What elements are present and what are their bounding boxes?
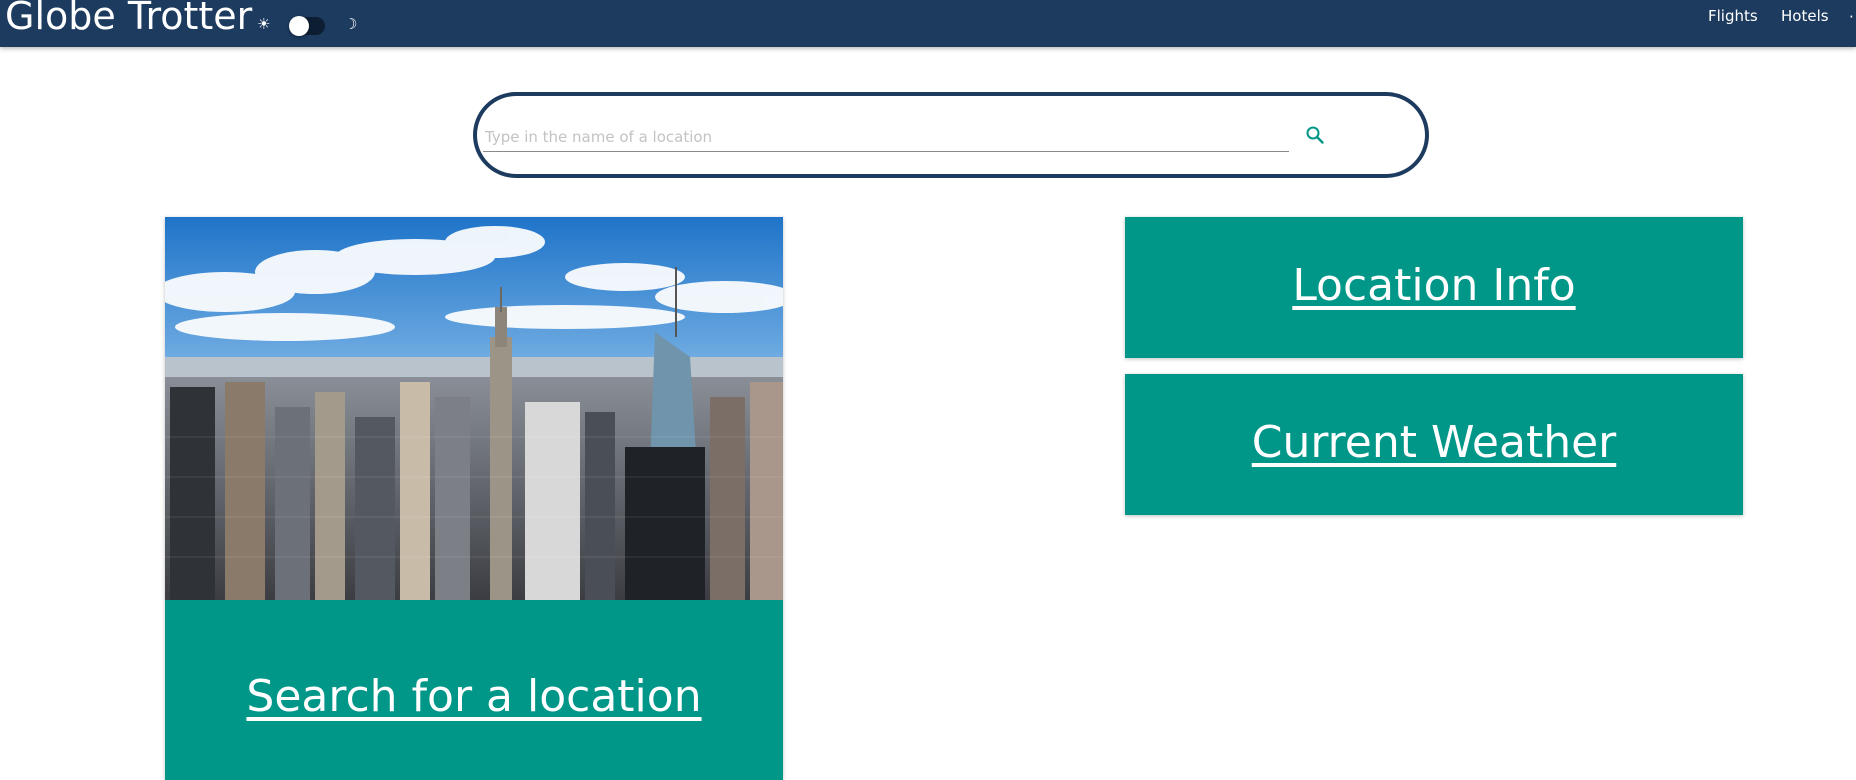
- theme-toggle[interactable]: [289, 16, 325, 36]
- current-weather-link[interactable]: Current Weather: [1125, 416, 1743, 470]
- location-info-tile[interactable]: Location Info: [1125, 217, 1743, 358]
- nav-overflow-indicator: ·: [1849, 8, 1854, 26]
- nav-link-flights[interactable]: Flights: [1708, 6, 1758, 26]
- brand-title[interactable]: Globe Trotter: [5, 0, 252, 38]
- current-weather-tile[interactable]: Current Weather: [1125, 374, 1743, 515]
- moon-icon: ☽: [344, 15, 358, 33]
- search-bar: [473, 92, 1429, 178]
- nav-link-hotels[interactable]: Hotels: [1781, 6, 1829, 26]
- sun-icon: ☀: [257, 15, 271, 33]
- city-skyline-image: [165, 217, 783, 600]
- top-navbar: Globe Trotter ☀ ☽ Flights Hotels ·: [0, 0, 1856, 47]
- search-location-card: Search for a location: [165, 217, 783, 780]
- search-location-link[interactable]: Search for a location: [165, 670, 783, 724]
- search-icon[interactable]: [1303, 123, 1327, 147]
- location-info-link[interactable]: Location Info: [1125, 259, 1743, 313]
- search-location-panel: Search for a location: [165, 600, 783, 780]
- toggle-knob[interactable]: [289, 16, 309, 36]
- search-input[interactable]: [483, 122, 1289, 152]
